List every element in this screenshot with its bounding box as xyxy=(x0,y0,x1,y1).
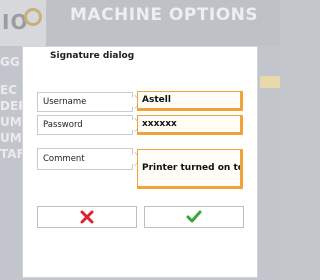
signature-dialog: Signature dialog Username Astell Passwor… xyxy=(22,46,258,278)
app-header: IO MACHINE OPTIONS xyxy=(0,0,280,46)
username-field[interactable]: Astell xyxy=(137,91,243,111)
password-label: Password xyxy=(37,115,133,135)
username-label: Username xyxy=(37,92,133,112)
cancel-button[interactable] xyxy=(37,206,137,228)
password-field[interactable]: xxxxxx xyxy=(137,115,243,135)
background-accent xyxy=(260,76,280,88)
comment-field[interactable]: Printer turned on to ... xyxy=(137,149,243,189)
checkmark-icon xyxy=(186,210,202,223)
app-screen: IO MACHINE OPTIONS GG EC DER UM UME TAF … xyxy=(0,0,280,280)
app-logo: IO xyxy=(0,0,46,46)
confirm-button[interactable] xyxy=(144,206,244,228)
cross-icon xyxy=(80,210,94,224)
dialog-title: Signature dialog xyxy=(50,51,135,61)
page-title: MACHINE OPTIONS xyxy=(70,5,259,25)
logo-ring-icon xyxy=(24,8,42,26)
comment-label: Comment xyxy=(37,148,133,170)
